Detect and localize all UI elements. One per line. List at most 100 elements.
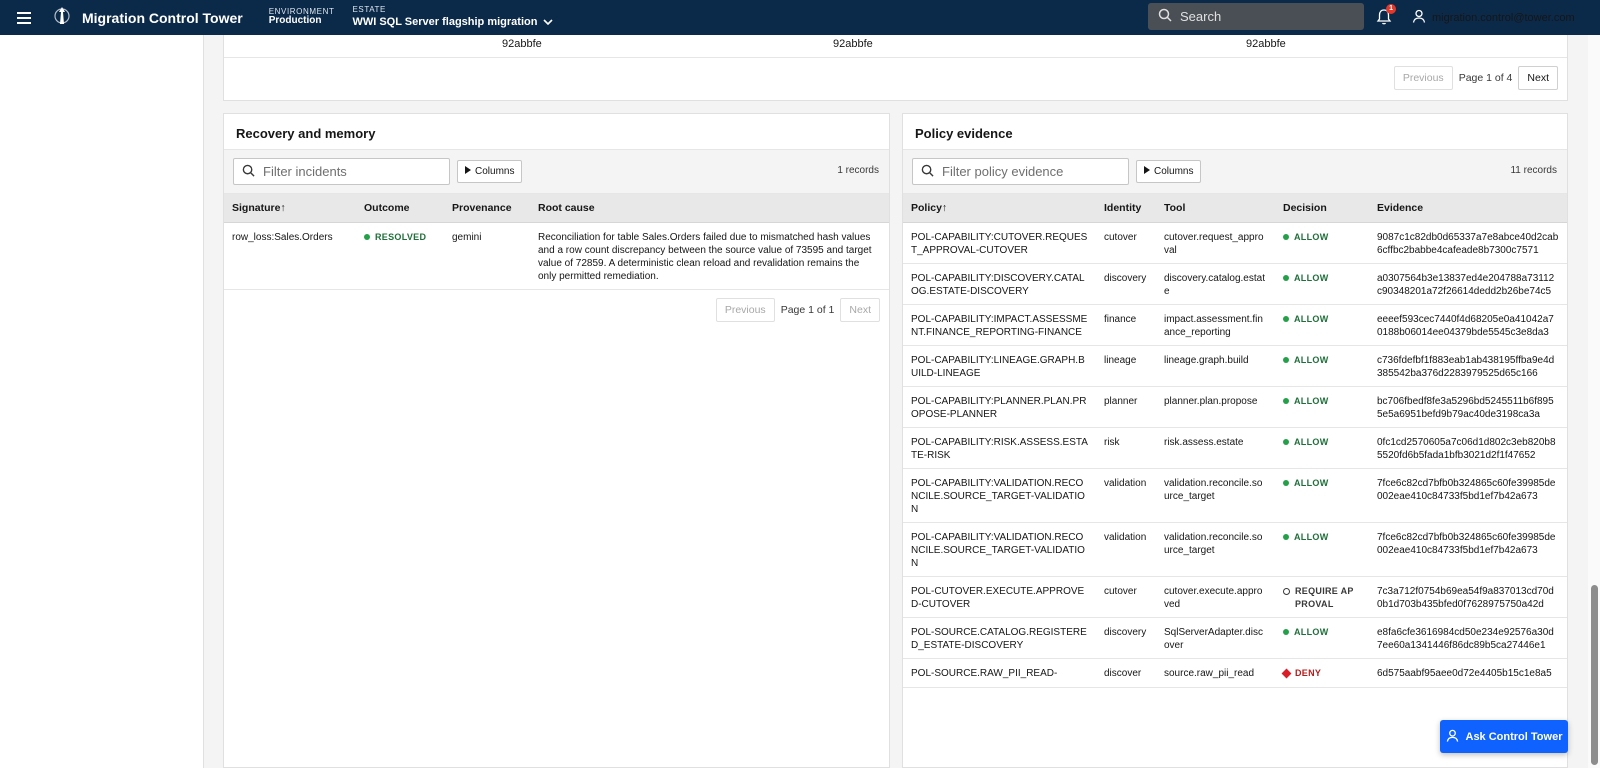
outcome-cell: RESOLVED <box>356 222 444 290</box>
previous-page-button[interactable]: Previous <box>715 298 775 322</box>
hash-value: 92abbfe <box>502 38 542 50</box>
columns-label: Columns <box>1154 166 1194 177</box>
status-badge: ALLOW <box>1283 626 1329 639</box>
tool-cell: planner.plan.propose <box>1156 386 1275 428</box>
policy-cell: POL-CAPABILITY:DISCOVERY.CATALOG.ESTATE-… <box>903 263 1096 305</box>
column-header[interactable]: Outcome <box>356 194 444 223</box>
tool-cell: cutover.execute.approved <box>1156 576 1275 618</box>
table-row[interactable]: POL-CAPABILITY:VALIDATION.RECONCILE.SOUR… <box>903 468 1567 523</box>
status-dot-icon <box>364 233 370 240</box>
table-toolbar: Filter policy evidence Columns 11 record… <box>903 150 1567 194</box>
user-icon <box>1446 729 1459 745</box>
status-dot-icon <box>1283 628 1289 635</box>
column-header[interactable]: Tool <box>1156 194 1275 223</box>
next-page-button[interactable]: Next <box>840 298 880 322</box>
tool-cell: risk.assess.estate <box>1156 427 1275 469</box>
tool-cell: cutover.request_approval <box>1156 222 1275 264</box>
column-header[interactable]: Provenance <box>444 194 530 223</box>
table-row[interactable]: POL-CAPABILITY:IMPACT.ASSESSMENT.FINANCE… <box>903 304 1567 346</box>
tower-logo-icon <box>52 6 72 29</box>
user-menu[interactable]: migration.control@tower.com <box>1412 9 1575 26</box>
column-header[interactable]: Decision <box>1275 194 1369 223</box>
evidence-cell: a0307564b3e13837ed4e204788a73112c9034820… <box>1369 263 1567 305</box>
decision-cell: ALLOW <box>1275 427 1369 469</box>
filter-incidents-input[interactable]: Filter incidents <box>233 158 450 185</box>
policy-cell: POL-CAPABILITY:LINEAGE.GRAPH.BUILD-LINEA… <box>903 345 1096 387</box>
environment-value: Production <box>268 15 322 27</box>
identity-cell: cutover <box>1096 222 1156 264</box>
tool-cell: discovery.catalog.estate <box>1156 263 1275 305</box>
page-indicator: Page 1 of 4 <box>1458 72 1513 84</box>
next-page-button[interactable]: Next <box>1518 66 1558 90</box>
table-row[interactable]: POL-CAPABILITY:RISK.ASSESS.ESTATE-RISK ri… <box>903 427 1567 469</box>
caret-right-icon <box>1144 166 1150 177</box>
column-header[interactable]: Evidence <box>1369 194 1567 223</box>
ask-control-tower-button[interactable]: Ask Control Tower <box>1440 720 1568 753</box>
status-dot-icon <box>1283 438 1289 445</box>
identity-cell: validation <box>1096 468 1156 523</box>
menu-icon[interactable] <box>0 0 48 35</box>
estate-selector[interactable]: ESTATE WWI SQL Server flagship migration <box>352 5 554 29</box>
tool-cell: impact.assessment.finance_reporting <box>1156 304 1275 346</box>
table-row[interactable]: POL-CAPABILITY:CUTOVER.REQUEST_APPROVAL-… <box>903 222 1567 264</box>
policy-evidence-table: Policy↑ Identity Tool Decision Evidence … <box>903 194 1567 688</box>
page-scrollbar[interactable] <box>1588 35 1600 768</box>
table-row[interactable]: row_loss:Sales.Orders RESOLVED gemini Re… <box>224 222 889 290</box>
previous-page-button[interactable]: Previous <box>1393 66 1453 90</box>
records-count: 11 records <box>1510 165 1557 176</box>
root-cause-cell: Reconciliation for table Sales.Orders fa… <box>530 222 889 290</box>
policy-cell: POL-CAPABILITY:VALIDATION.RECONCILE.SOUR… <box>903 468 1096 523</box>
decision-cell: ALLOW <box>1275 617 1369 659</box>
status-badge: ALLOW <box>1283 313 1329 326</box>
search-input[interactable]: Search <box>1148 3 1364 30</box>
provenance-cell: gemini <box>444 222 530 290</box>
scrollbar-thumb[interactable] <box>1591 585 1598 765</box>
table-row[interactable]: POL-CAPABILITY:PLANNER.PLAN.PROPOSE-PLAN… <box>903 386 1567 428</box>
status-dot-icon <box>1283 533 1289 540</box>
evidence-cell: c736fdefbf1f883eab1ab438195ffba9e4d38554… <box>1369 345 1567 387</box>
incidents-table: Signature↑ Outcome Provenance Root cause… <box>224 194 889 290</box>
filter-policy-evidence-input[interactable]: Filter policy evidence <box>912 158 1129 185</box>
pending-circle-icon <box>1283 587 1290 595</box>
decision-cell: ALLOW <box>1275 263 1369 305</box>
table-row[interactable]: POL-CUTOVER.EXECUTE.APPROVED-CUTOVER cuto… <box>903 576 1567 618</box>
card-title: Recovery and memory <box>224 114 889 150</box>
hash-value: 92abbfe <box>1246 38 1286 50</box>
policy-cell: POL-CUTOVER.EXECUTE.APPROVED-CUTOVER <box>903 576 1096 618</box>
column-header[interactable]: Identity <box>1096 194 1156 223</box>
brand[interactable]: Migration Control Tower <box>52 6 243 29</box>
table-row[interactable]: POL-CAPABILITY:DISCOVERY.CATALOG.ESTATE-… <box>903 263 1567 305</box>
table-row[interactable]: POL-SOURCE.RAW_PII_READ-discover source.r… <box>903 658 1567 688</box>
notifications-button[interactable]: 1 <box>1374 4 1396 29</box>
search-icon <box>1158 8 1172 25</box>
status-badge: ALLOW <box>1283 272 1329 285</box>
table-row[interactable]: POL-SOURCE.CATALOG.REGISTERED_ESTATE-DIS… <box>903 617 1567 659</box>
identity-cell: discovery <box>1096 263 1156 305</box>
columns-button[interactable]: Columns <box>1136 160 1202 183</box>
column-header[interactable]: Policy↑ <box>903 194 1096 223</box>
decision-cell: ALLOW <box>1275 222 1369 264</box>
identity-cell: validation <box>1096 522 1156 577</box>
evidence-cell: 9087c1c82db0d65337a7e8abce40d2cab6cffbc2… <box>1369 222 1567 264</box>
policy-cell: POL-CAPABILITY:PLANNER.PLAN.PROPOSE-PLAN… <box>903 386 1096 428</box>
policy-cell: POL-CAPABILITY:CUTOVER.REQUEST_APPROVAL-… <box>903 222 1096 264</box>
policy-evidence-card: Policy evidence Filter policy evidence C… <box>902 113 1568 768</box>
policy-cell: POL-CAPABILITY:RISK.ASSESS.ESTATE-RISK <box>903 427 1096 469</box>
status-badge: ALLOW <box>1283 231 1329 244</box>
card-title: Policy evidence <box>903 114 1567 150</box>
policy-cell: POL-SOURCE.RAW_PII_READ- <box>903 658 1096 688</box>
table-row[interactable]: POL-CAPABILITY:VALIDATION.RECONCILE.SOUR… <box>903 522 1567 577</box>
evidence-cell: eeeef593cec7440f4d68205e0a41042a70188b06… <box>1369 304 1567 346</box>
table-row[interactable]: POL-CAPABILITY:LINEAGE.GRAPH.BUILD-LINEA… <box>903 345 1567 387</box>
column-header[interactable]: Signature↑ <box>224 194 356 223</box>
pagination: Previous Page 1 of 4 Next <box>1393 66 1558 90</box>
columns-button[interactable]: Columns <box>457 160 523 183</box>
identity-cell: risk <box>1096 427 1156 469</box>
status-badge: DENY <box>1281 667 1321 680</box>
status-dot-icon <box>1283 356 1289 363</box>
column-header[interactable]: Root cause <box>530 194 889 223</box>
search-icon <box>921 164 934 180</box>
identity-cell: cutover <box>1096 576 1156 618</box>
status-badge: ALLOW <box>1283 531 1329 544</box>
chevron-down-icon <box>543 17 554 29</box>
